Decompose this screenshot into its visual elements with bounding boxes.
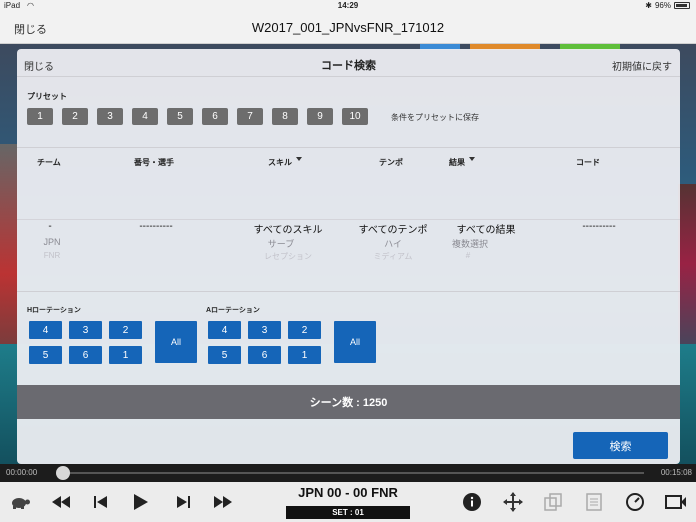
a-rotation-label: Aローテーション	[206, 307, 260, 314]
h-rotation-1[interactable]: 1	[109, 346, 142, 364]
bluetooth-icon: ✱	[645, 1, 652, 10]
picker-result[interactable]: すべての結果	[457, 221, 516, 236]
h-rotation-4[interactable]: 4	[29, 321, 62, 339]
total-time: 00:15:08	[660, 468, 692, 477]
divider	[17, 147, 680, 148]
header-result-label: 結果	[449, 158, 465, 167]
a-rotation-5[interactable]: 5	[208, 346, 241, 364]
fast-forward-icon[interactable]	[212, 492, 234, 512]
dialog-title: コード検索	[321, 60, 376, 72]
playback-controls: JPN 00 - 00 FNR SET : 01	[0, 482, 696, 522]
code-search-dialog: 閉じる コード検索 初期値に戻す プリセット 1 2 3 4 5 6 7 8 9…	[17, 49, 680, 464]
picker-tempo-option[interactable]: ミディアム	[374, 251, 413, 262]
h-rotation-label: Hローテーション	[27, 307, 81, 314]
video-icon[interactable]	[664, 492, 688, 512]
scene-count-bar: シーン数 : 1250	[17, 385, 680, 419]
battery-percent: 96%	[654, 1, 671, 10]
info-icon[interactable]	[462, 492, 482, 512]
picker-selected-row: - ---------- すべてのスキル すべてのテンポ すべての結果 ----…	[17, 221, 680, 236]
preset-button-6[interactable]: 6	[202, 108, 228, 125]
preset-label: プリセット	[27, 92, 67, 101]
picker-player[interactable]: ----------	[139, 221, 172, 232]
header-player: 番号・選手	[134, 158, 174, 167]
picker-selection-line	[17, 219, 680, 220]
preset-button-9[interactable]: 9	[307, 108, 333, 125]
dropdown-arrow-icon	[469, 157, 475, 161]
preset-buttons: 1 2 3 4 5 6 7 8 9 10	[27, 108, 368, 125]
reset-defaults-button[interactable]: 初期値に戻す	[612, 58, 672, 73]
dialog-header: 閉じる コード検索 初期値に戻す	[17, 49, 680, 77]
divider	[17, 291, 680, 292]
header-tempo: テンポ	[379, 158, 403, 167]
header-skill[interactable]: スキル	[268, 157, 302, 168]
h-rotation-6[interactable]: 6	[69, 346, 102, 364]
a-rotation-6[interactable]: 6	[248, 346, 281, 364]
preset-button-1[interactable]: 1	[27, 108, 53, 125]
preset-button-3[interactable]: 3	[97, 108, 123, 125]
preset-button-7[interactable]: 7	[237, 108, 263, 125]
a-rotation-4[interactable]: 4	[208, 321, 241, 339]
rewind-icon[interactable]	[50, 492, 72, 512]
header-skill-label: スキル	[268, 158, 292, 167]
a-rotation-3[interactable]: 3	[248, 321, 281, 339]
picker-team[interactable]: -	[48, 221, 51, 232]
clock: 14:29	[337, 1, 359, 10]
move-icon[interactable]	[502, 492, 524, 512]
preset-button-5[interactable]: 5	[167, 108, 193, 125]
current-time: 00:00:00	[6, 468, 38, 477]
picker-tempo[interactable]: すべてのテンポ	[359, 221, 428, 236]
document-icon	[584, 492, 604, 512]
set-indicator: SET : 01	[286, 506, 410, 519]
timeline-bar: 00:00:00 00:15:08	[0, 464, 696, 482]
picker-skill[interactable]: すべてのスキル	[254, 221, 323, 236]
a-rotation-1[interactable]: 1	[288, 346, 321, 364]
top-nav-bar: 閉じる W2017_001_JPNvsFNR_171012	[0, 12, 696, 44]
preset-button-4[interactable]: 4	[132, 108, 158, 125]
header-team: チーム	[37, 158, 61, 167]
play-icon[interactable]	[132, 492, 150, 512]
a-rotation-all-button[interactable]: All	[334, 321, 376, 363]
picker-next-row: JPN サーブ ハイ 複数選択	[17, 237, 680, 251]
preset-button-10[interactable]: 10	[342, 108, 368, 125]
timer-icon[interactable]	[624, 492, 646, 512]
h-rotation-buttons: 4 3 2 5 6 1	[29, 321, 142, 364]
picker-next2-row: FNR レセプション ミディアム #	[17, 251, 680, 265]
save-preset-button[interactable]: 条件をプリセットに保存	[391, 112, 479, 123]
skip-back-icon[interactable]	[92, 492, 110, 512]
picker-team-option[interactable]: FNR	[44, 251, 60, 260]
copy-icon	[542, 492, 564, 512]
preset-button-8[interactable]: 8	[272, 108, 298, 125]
picker-skill-option[interactable]: レセプション	[264, 251, 312, 262]
seek-track[interactable]	[60, 472, 644, 474]
preset-button-2[interactable]: 2	[62, 108, 88, 125]
picker-team-option[interactable]: JPN	[43, 237, 60, 247]
a-rotation-2[interactable]: 2	[288, 321, 321, 339]
filter-headers: チーム 番号・選手 スキル テンポ 結果 コード	[17, 157, 680, 169]
a-rotation-buttons: 4 3 2 5 6 1	[208, 321, 321, 364]
skip-forward-icon[interactable]	[174, 492, 192, 512]
picker-code[interactable]: ----------	[582, 221, 615, 232]
h-rotation-5[interactable]: 5	[29, 346, 62, 364]
status-bar: iPad ◠ 14:29 ✱ 96%	[0, 0, 696, 12]
h-rotation-3[interactable]: 3	[69, 321, 102, 339]
picker-result-option[interactable]: 複数選択	[452, 237, 488, 250]
dropdown-arrow-icon	[296, 157, 302, 161]
picker-result-option[interactable]: #	[466, 251, 470, 260]
seek-handle[interactable]	[56, 466, 70, 480]
header-code: コード	[576, 158, 600, 167]
picker-skill-option[interactable]: サーブ	[268, 237, 294, 250]
turtle-icon[interactable]	[8, 492, 32, 512]
score-display: JPN 00 - 00 FNR	[298, 485, 398, 500]
search-button[interactable]: 検索	[573, 432, 668, 459]
h-rotation-2[interactable]: 2	[109, 321, 142, 339]
h-rotation-all-button[interactable]: All	[155, 321, 197, 363]
header-result[interactable]: 結果	[449, 157, 475, 168]
picker-tempo-option[interactable]: ハイ	[384, 237, 402, 250]
battery-icon	[674, 2, 690, 9]
battery-indicator: ✱ 96%	[645, 1, 690, 10]
video-title: W2017_001_JPNvsFNR_171012	[251, 20, 445, 35]
